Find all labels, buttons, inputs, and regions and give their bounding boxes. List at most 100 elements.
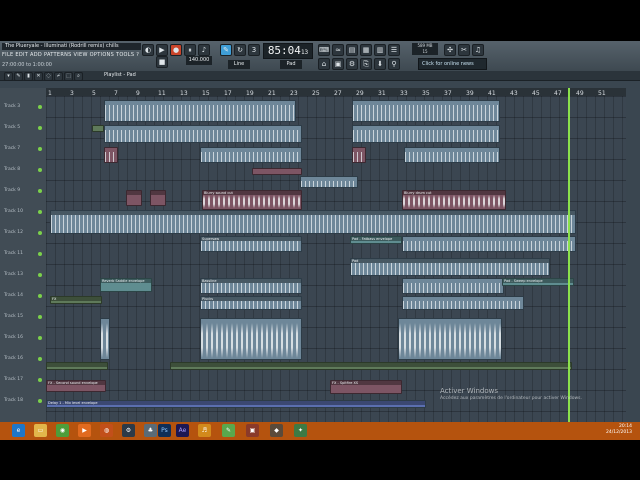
- photoshop-icon[interactable]: Ps: [158, 424, 171, 437]
- bar-number: 15: [202, 90, 210, 97]
- firefox-icon[interactable]: ◍: [100, 424, 113, 437]
- fl-studio-icon[interactable]: ♣: [144, 424, 157, 437]
- ie-icon[interactable]: e: [12, 424, 25, 437]
- snap-selector[interactable]: Line: [228, 60, 250, 69]
- track-mute-button[interactable]: [38, 147, 42, 151]
- loop-icon[interactable]: ↻: [234, 44, 246, 56]
- stop-icon[interactable]: ■: [156, 56, 168, 68]
- channel-rack-icon[interactable]: ▣: [332, 58, 344, 70]
- track-mute-button[interactable]: [38, 399, 42, 403]
- track-mute-button[interactable]: [38, 189, 42, 193]
- after-effects-icon[interactable]: Ae: [176, 424, 189, 437]
- bar-number: 1: [48, 90, 52, 97]
- plugin-icon[interactable]: ⚙: [346, 58, 358, 70]
- menu-edit[interactable]: EDIT: [15, 52, 28, 58]
- mixer-master-icon[interactable]: ✣: [444, 44, 456, 56]
- pattern-song-toggle[interactable]: ◐: [142, 44, 154, 56]
- windows-taskbar: [0, 422, 640, 440]
- bar-number: 43: [510, 90, 518, 97]
- bar-number: 25: [312, 90, 320, 97]
- folder-icon[interactable]: ▭: [34, 424, 47, 437]
- headphones-icon[interactable]: ♬: [198, 424, 211, 437]
- track-mute-button[interactable]: [38, 357, 42, 361]
- game-icon[interactable]: ◆: [270, 424, 283, 437]
- zoom-tool-icon[interactable]: ⌕: [74, 72, 83, 81]
- track-mute-button[interactable]: [38, 378, 42, 382]
- chrome-icon[interactable]: ◉: [56, 424, 69, 437]
- letterbox-top: [0, 0, 640, 41]
- track-mute-button[interactable]: [38, 231, 42, 235]
- metronome-icon[interactable]: ♪: [198, 44, 210, 56]
- bar-number: 51: [598, 90, 606, 97]
- menu-add[interactable]: ADD: [30, 52, 42, 58]
- system-clock[interactable]: 20:14 24/12/2013: [606, 424, 632, 436]
- piano-roll-icon[interactable]: ▥: [374, 44, 386, 56]
- blend-icon[interactable]: ≈: [332, 44, 344, 56]
- song-position: 27:00:00 to 1:00:00: [2, 62, 52, 68]
- video-icon[interactable]: ▣: [246, 424, 259, 437]
- playlist-grid[interactable]: [46, 96, 626, 422]
- track-header-column: Track 3 Track 5 Track 7 Track 8 Track 9 …: [0, 88, 46, 422]
- bpm-display[interactable]: 140.000: [186, 56, 212, 65]
- song-title: The Plueryale - Illuminati (Rodrill remi…: [2, 43, 141, 50]
- track-mute-button[interactable]: [38, 252, 42, 256]
- bar-number: 3: [70, 90, 74, 97]
- menu-help[interactable]: ?: [136, 52, 139, 58]
- track-mute-button[interactable]: [38, 273, 42, 277]
- playlist-icon[interactable]: ▦: [360, 44, 372, 56]
- track-label: Track 14: [4, 293, 23, 298]
- playlist-title: Playlist - Pad: [104, 72, 136, 78]
- mixer-icon[interactable]: ☰: [388, 44, 400, 56]
- memory-cpu-meter: 589 MB 15: [412, 43, 438, 55]
- menu-tools[interactable]: TOOLS: [116, 52, 134, 58]
- track-mute-button[interactable]: [38, 294, 42, 298]
- draw-tool-icon[interactable]: ✎: [14, 72, 23, 81]
- track-mute-button[interactable]: [38, 126, 42, 130]
- track-mute-button[interactable]: [38, 105, 42, 109]
- mic-icon[interactable]: ♫: [472, 44, 484, 56]
- app-icon[interactable]: ✦: [294, 424, 307, 437]
- wait-icon[interactable]: ⏸: [184, 44, 196, 56]
- bar-number: 37: [444, 90, 452, 97]
- countdown-icon[interactable]: 3: [248, 44, 260, 56]
- menu-options[interactable]: OPTIONS: [90, 52, 114, 58]
- save-icon[interactable]: ⎘: [360, 58, 372, 70]
- slice-tool-icon[interactable]: ⌿: [54, 72, 63, 81]
- track-label: Track 16: [4, 356, 23, 361]
- playhead-marker[interactable]: [568, 88, 570, 422]
- steam-icon[interactable]: ⚙: [122, 424, 135, 437]
- menu-view[interactable]: VIEW: [74, 52, 88, 58]
- media-icon[interactable]: ▶: [78, 424, 91, 437]
- select-tool-icon[interactable]: ⬚: [64, 72, 73, 81]
- track-label: Track 7: [4, 146, 21, 151]
- delete-tool-icon[interactable]: ✕: [34, 72, 43, 81]
- track-mute-button[interactable]: [38, 168, 42, 172]
- track-mute-button[interactable]: [38, 336, 42, 340]
- menu-patterns[interactable]: PATTERNS: [44, 52, 72, 58]
- online-news-button[interactable]: Click for online news: [418, 58, 487, 70]
- record-icon[interactable]: ●: [170, 44, 182, 56]
- paint-icon[interactable]: ✎: [222, 424, 235, 437]
- mute-tool-icon[interactable]: ◌: [44, 72, 53, 81]
- bar-number: 49: [576, 90, 584, 97]
- browser-icon[interactable]: ⌂: [318, 58, 330, 70]
- bar-number: 21: [268, 90, 276, 97]
- link-icon[interactable]: ⚲: [388, 58, 400, 70]
- menu-file[interactable]: FILE: [2, 52, 14, 58]
- bar-number: 17: [224, 90, 232, 97]
- step-edit-icon[interactable]: ✎: [220, 44, 232, 56]
- playlist-menu-icon[interactable]: ▾: [4, 72, 13, 81]
- bar-number: 29: [356, 90, 364, 97]
- render-icon[interactable]: ⬇: [374, 58, 386, 70]
- play-icon[interactable]: ▶: [156, 44, 168, 56]
- pattern-selector[interactable]: Pad: [280, 60, 302, 69]
- activation-watermark: Activer Windows Accédez aux paramètres d…: [440, 387, 582, 401]
- step-icon[interactable]: ▤: [346, 44, 358, 56]
- track-mute-button[interactable]: [38, 210, 42, 214]
- track-label: Track 10: [4, 209, 23, 214]
- track-mute-button[interactable]: [38, 315, 42, 319]
- paint-tool-icon[interactable]: ▮: [24, 72, 33, 81]
- song-time-display: 85:0413: [263, 43, 313, 59]
- typing-keyboard-icon[interactable]: ⌨: [318, 44, 330, 56]
- tools-icon[interactable]: ✂: [458, 44, 470, 56]
